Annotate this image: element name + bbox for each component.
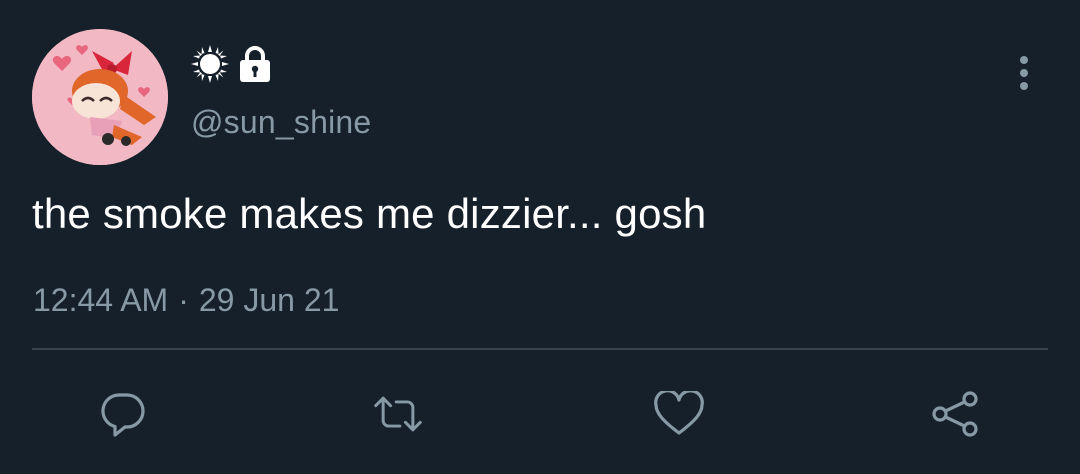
display-name[interactable]: [190, 44, 272, 84]
divider: [32, 348, 1048, 350]
reply-button[interactable]: [97, 389, 149, 439]
retweet-icon: [374, 396, 422, 432]
like-icon: [654, 391, 704, 435]
powerpuff-avatar-icon: [32, 29, 168, 165]
share-icon: [932, 391, 978, 437]
tweet-text: the smoke makes me dizzier... gosh: [32, 190, 707, 237]
share-button[interactable]: [930, 389, 982, 439]
lock-icon: [238, 45, 272, 83]
tweet-date: 29 Jun 21: [198, 282, 340, 318]
tweet-meta: 12:44 AM · 29 Jun 21: [33, 282, 339, 319]
meta-separator: ·: [178, 282, 189, 318]
avatar[interactable]: [32, 29, 168, 165]
user-handle[interactable]: @sun_shine: [191, 104, 371, 141]
more-options-button[interactable]: [1010, 52, 1038, 96]
more-vertical-icon: [1020, 56, 1028, 90]
like-button[interactable]: [653, 389, 705, 439]
reply-icon: [101, 393, 145, 437]
tweet-time: 12:44 AM: [33, 282, 169, 318]
tweet-card: @sun_shine the smoke makes me dizzier...…: [0, 0, 1080, 474]
sun-icon: [190, 44, 230, 84]
retweet-button[interactable]: [372, 389, 424, 439]
